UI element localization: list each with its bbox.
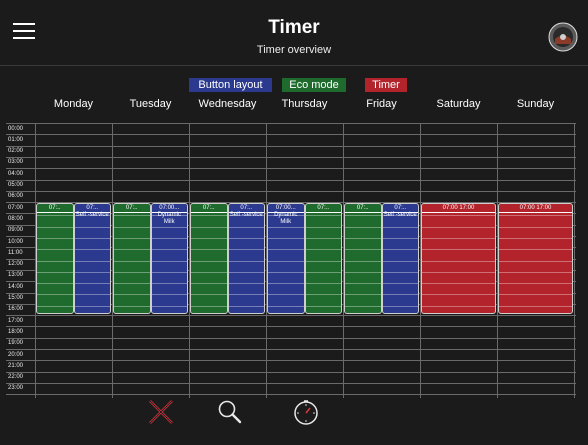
block-divider (499, 212, 572, 214)
day-header-friday: Friday (366, 98, 397, 110)
block-label: Dynamic Milk (274, 212, 298, 226)
hour-label: 13:00 (8, 272, 24, 279)
hour-label: 02:00 (8, 148, 24, 155)
day-header-thursday: Thursday (281, 98, 328, 110)
stopwatch-icon (294, 400, 318, 425)
schedule-block-button[interactable]: 07:.. Self -service (227, 203, 265, 315)
block-time: 07:.. (356, 205, 369, 212)
schedule-block-eco[interactable]: 07:.. (304, 203, 342, 315)
grid-hline (6, 156, 576, 158)
block-time: 07:.. (125, 205, 138, 212)
block-time: 07:.. (240, 205, 253, 212)
block-label: Self -service (383, 212, 417, 219)
block-time: 07:.. (394, 205, 407, 212)
grid-hline (6, 315, 576, 317)
hour-label: 23:00 (8, 385, 24, 392)
block-divider (345, 212, 381, 214)
hour-label: 06:00 (8, 193, 24, 200)
grid-hline (6, 190, 576, 192)
schedule-block-button[interactable]: 07:00... Dynamic Milk (267, 203, 305, 315)
grid-hline (6, 360, 576, 362)
schedule-block-timer[interactable]: 07:00 17:00 (498, 203, 573, 315)
hour-label: 14:00 (8, 283, 24, 290)
page-subtitle: Timer overview (256, 44, 332, 56)
hour-label: 09:00 (8, 227, 24, 234)
hour-label: 08:00 (8, 215, 24, 222)
hour-label: 22:00 (8, 374, 24, 381)
block-time: 07:.. (48, 205, 61, 212)
block-time: 07:00 17:00 (442, 205, 475, 212)
stopwatch-button[interactable] (292, 398, 320, 426)
block-time: 07:00... (159, 205, 180, 212)
magnifier-icon (218, 400, 242, 424)
grid-hline (6, 382, 576, 384)
hour-label: 17:00 (8, 317, 24, 324)
grid-hline (6, 371, 576, 373)
block-label: Dynamic Milk (157, 212, 181, 226)
grid-hline (6, 326, 576, 328)
schedule-block-eco[interactable]: 07:.. (113, 203, 151, 315)
hour-label: 00:00 (8, 125, 24, 132)
grid-vline (574, 123, 575, 398)
schedule-block-eco[interactable]: 07:.. (36, 203, 74, 315)
day-header-tuesday: Tuesday (129, 98, 172, 110)
hour-label: 21:00 (8, 362, 24, 369)
grid-hline (6, 337, 576, 339)
block-time: 07:.. (86, 205, 99, 212)
schedule-block-button[interactable]: 07:00... Dynamic Milk (150, 203, 188, 315)
block-divider (114, 212, 150, 214)
grid-hline (6, 349, 576, 350)
cancel-button[interactable] (147, 398, 175, 426)
day-header-monday: Monday (53, 98, 94, 110)
legend-button-layout[interactable]: Button layout (189, 78, 272, 92)
grid-hline (6, 394, 576, 396)
grid-hline (6, 145, 576, 147)
hour-label: 07:00 (8, 204, 24, 211)
block-divider (37, 212, 73, 214)
schedule-block-timer[interactable]: 07:00 17:00 (421, 203, 496, 315)
schedule-block-eco[interactable]: 07:.. (344, 203, 382, 315)
grid-hline (6, 134, 576, 136)
grid-hline (6, 123, 576, 124)
day-header-sunday: Sunday (516, 98, 555, 110)
schedule-block-eco[interactable]: 07:.. (190, 203, 228, 315)
block-label: Self -service (75, 212, 109, 219)
schedule-block-button[interactable]: 07:.. Self -service (73, 203, 111, 315)
block-time: 07:.. (317, 205, 330, 212)
hour-label: 04:00 (8, 170, 24, 177)
block-divider (305, 212, 341, 214)
hour-label: 12:00 (8, 261, 24, 268)
grid-hline (6, 179, 576, 181)
grid-hline (6, 168, 576, 170)
close-x-icon (149, 400, 173, 424)
page-title: Timer (268, 17, 320, 38)
header: Timer Timer overview (0, 0, 588, 66)
day-header-wednesday: Wednesday (198, 98, 257, 110)
hour-label: 19:00 (8, 340, 24, 347)
block-label: Self -service (229, 212, 263, 219)
hour-label: 10:00 (8, 238, 24, 245)
legend-eco-mode[interactable]: Eco mode (282, 78, 346, 92)
day-header-saturday: Saturday (436, 98, 481, 110)
hour-label: 15:00 (8, 295, 24, 301)
block-time: 07:00... (275, 205, 296, 212)
search-button[interactable] (216, 398, 244, 426)
schedule-block-button[interactable]: 07:.. Self -service (381, 203, 419, 315)
hour-label: 05:00 (8, 182, 24, 188)
block-time: 07:.. (202, 205, 215, 212)
hour-label: 18:00 (8, 328, 24, 335)
hour-label: 20:00 (8, 351, 24, 358)
hour-label: 11:00 (8, 249, 23, 256)
block-divider (422, 212, 495, 214)
hour-label: 03:00 (8, 159, 24, 166)
avatar[interactable] (548, 22, 578, 52)
hour-label: 16:00 (8, 306, 24, 313)
block-divider (191, 212, 227, 214)
block-time: 07:00 17:00 (519, 205, 552, 212)
hour-label: 01:00 (8, 136, 24, 143)
legend-timer[interactable]: Timer (365, 78, 407, 92)
